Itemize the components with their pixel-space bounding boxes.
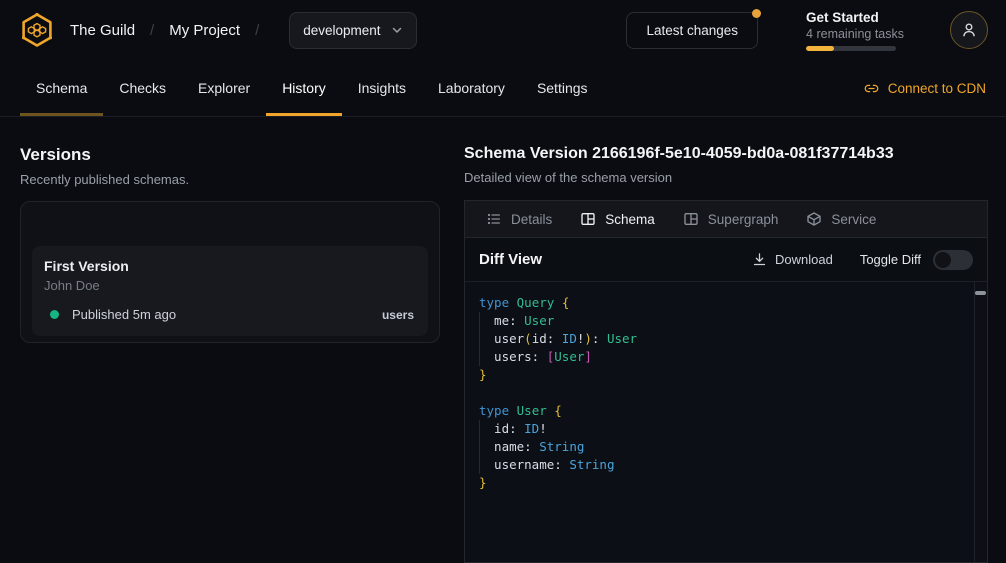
tab-history[interactable]: History — [266, 60, 342, 116]
columns-icon — [683, 211, 699, 227]
tab-details-label: Details — [511, 212, 552, 227]
versions-title: Versions — [20, 145, 440, 165]
diff-toolbar: Diff View Download Toggle Diff — [465, 238, 987, 282]
versions-panel: Versions Recently published schemas. Fir… — [0, 117, 460, 563]
org-name[interactable]: The Guild — [70, 22, 135, 39]
version-list-item[interactable]: First Version John Doe Published 5m ago … — [32, 246, 428, 336]
service-name-badge: users — [382, 308, 414, 322]
get-started-progress — [806, 46, 896, 51]
breadcrumb-separator: / — [150, 22, 154, 39]
tab-explorer[interactable]: Explorer — [182, 60, 266, 116]
versions-subtitle: Recently published schemas. — [20, 172, 440, 187]
breadcrumb-separator: / — [255, 22, 259, 39]
download-label: Download — [775, 252, 833, 267]
detail-tabbar: Details Schema Sup — [465, 201, 987, 238]
toggle-diff-switch[interactable] — [933, 250, 973, 270]
tab-supergraph[interactable]: Supergraph — [669, 201, 793, 237]
tab-schema[interactable]: Schema — [20, 60, 103, 116]
versions-list: First Version John Doe Published 5m ago … — [20, 201, 440, 343]
user-icon — [960, 21, 978, 39]
cube-icon — [806, 211, 822, 227]
version-status-row: Published 5m ago users — [44, 307, 414, 322]
user-avatar[interactable] — [950, 11, 988, 49]
version-author: John Doe — [44, 278, 414, 293]
latest-changes-button[interactable]: Latest changes — [626, 12, 758, 49]
code-line: me: User — [479, 312, 987, 330]
chevron-down-icon — [391, 24, 403, 36]
main-content: Versions Recently published schemas. Fir… — [0, 117, 1006, 563]
get-started-widget[interactable]: Get Started 4 remaining tasks — [806, 10, 904, 51]
indent-guide — [479, 312, 480, 366]
download-icon — [752, 252, 767, 267]
scrollbar-thumb[interactable] — [975, 291, 986, 295]
code-line: user(id: ID!): User — [479, 330, 987, 348]
code-line: username: String — [479, 456, 987, 474]
tab-settings[interactable]: Settings — [521, 60, 604, 116]
published-status-dot — [50, 310, 59, 319]
environment-selector[interactable]: development — [289, 12, 416, 49]
latest-changes-label: Latest changes — [646, 23, 738, 38]
schema-version-subtitle: Detailed view of the schema version — [464, 170, 988, 185]
code-line: name: String — [479, 438, 987, 456]
tab-service[interactable]: Service — [792, 201, 890, 237]
code-line: type User { — [479, 402, 987, 420]
version-detail-panel: Schema Version 2166196f-5e10-4059-bd0a-0… — [460, 117, 1006, 563]
notification-dot — [752, 9, 761, 18]
download-button[interactable]: Download — [752, 252, 833, 267]
indent-guide — [479, 420, 480, 474]
columns-icon — [580, 211, 596, 227]
project-name[interactable]: My Project — [169, 22, 240, 39]
environment-value: development — [303, 23, 380, 38]
tab-supergraph-label: Supergraph — [708, 212, 779, 227]
app-header: The Guild / My Project / development Lat… — [0, 0, 1006, 60]
schema-version-title: Schema Version 2166196f-5e10-4059-bd0a-0… — [464, 145, 988, 163]
link-icon — [864, 81, 879, 96]
tab-insights[interactable]: Insights — [342, 60, 422, 116]
connect-to-cdn-button[interactable]: Connect to CDN — [864, 60, 986, 116]
tab-schema-view-label: Schema — [605, 212, 655, 227]
diff-view-title: Diff View — [479, 251, 542, 268]
schema-code-viewer[interactable]: type Query { me: User user(id: ID!): Use… — [465, 282, 987, 562]
code-block: type Query { me: User user(id: ID!): Use… — [479, 294, 987, 492]
code-line: type Query { — [479, 294, 987, 312]
code-line: id: ID! — [479, 420, 987, 438]
code-line: users: [User] — [479, 348, 987, 366]
code-line: } — [479, 366, 987, 384]
version-name: First Version — [44, 258, 414, 274]
tab-checks[interactable]: Checks — [103, 60, 182, 116]
switch-knob — [935, 252, 951, 268]
toggle-diff-label: Toggle Diff — [860, 252, 921, 267]
tab-service-label: Service — [831, 212, 876, 227]
code-line — [479, 384, 987, 402]
progress-fill — [806, 46, 834, 51]
tab-schema-view[interactable]: Schema — [566, 201, 669, 237]
tab-details[interactable]: Details — [472, 201, 566, 237]
list-icon — [486, 211, 502, 227]
get-started-subtitle: 4 remaining tasks — [806, 27, 904, 41]
connect-to-cdn-label: Connect to CDN — [888, 81, 986, 96]
published-status-text: Published 5m ago — [72, 307, 176, 322]
code-line: } — [479, 474, 987, 492]
hive-logo-icon[interactable] — [18, 11, 56, 49]
tab-laboratory[interactable]: Laboratory — [422, 60, 521, 116]
scrollbar-track[interactable] — [974, 282, 975, 562]
schema-detail-card: Details Schema Sup — [464, 200, 988, 563]
get-started-title: Get Started — [806, 10, 904, 25]
target-nav: Schema Checks Explorer History Insights … — [0, 60, 1006, 117]
